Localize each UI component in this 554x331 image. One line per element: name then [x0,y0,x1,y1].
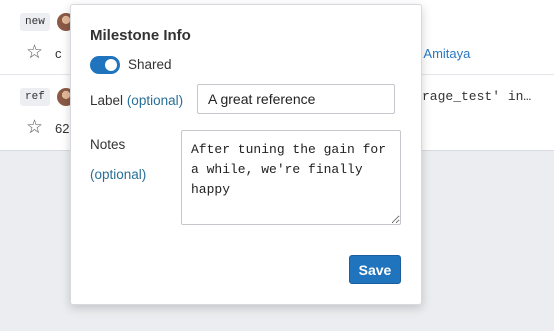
label-field-title: Label [90,93,124,108]
notes-textarea[interactable]: After tuning the gain for a while, we're… [181,130,401,225]
milestone-info-popover: Milestone Info Shared Label (optional) N… [70,4,422,305]
tag-badge: new [20,13,50,31]
label-field-label: Label (optional) [90,93,183,108]
row-partial-code: rage_test' in… [422,89,532,104]
star-icon[interactable]: ☆ [26,118,43,137]
notes-optional-hint: (optional) [90,167,147,182]
save-button[interactable]: Save [349,255,401,284]
shared-toggle[interactable] [90,56,120,74]
label-input[interactable] [197,84,395,114]
author-link[interactable]: y Amitaya [414,46,470,61]
row-partial-text: c [55,46,62,61]
shared-label: Shared [128,57,172,72]
popover-title: Milestone Info [90,27,191,44]
label-optional-hint: (optional) [126,93,184,108]
tag-badge: ref [20,88,50,106]
star-icon[interactable]: ☆ [26,43,43,62]
notes-field-label: Notes [90,137,126,152]
row-partial-number: 62 [55,121,70,136]
toggle-knob [105,59,117,71]
